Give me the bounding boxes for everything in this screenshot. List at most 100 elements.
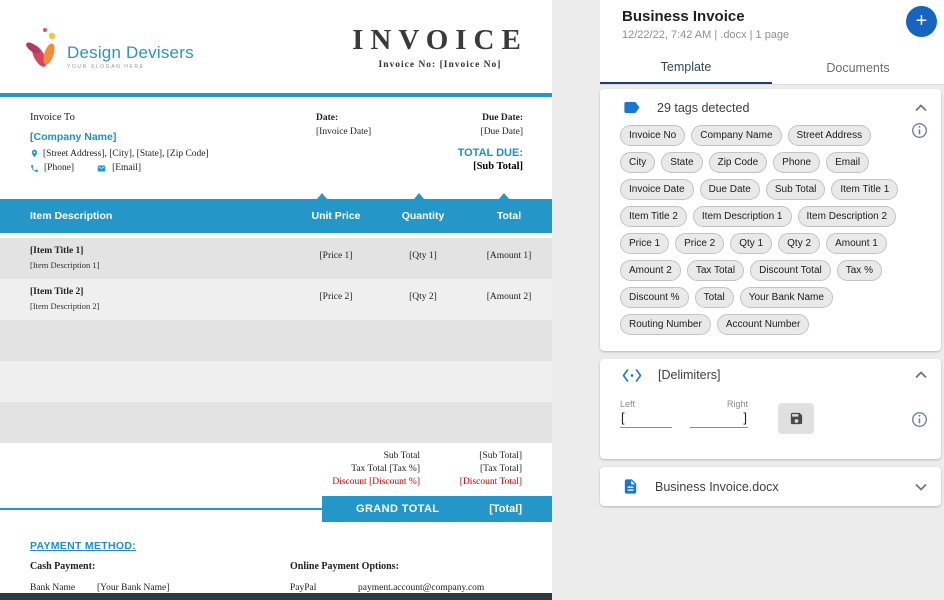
item-title: [Item Title 2]	[30, 287, 83, 297]
chevron-down-icon	[915, 483, 927, 491]
chevron-up-icon	[915, 371, 927, 379]
tag-chip[interactable]: Due Date	[700, 179, 760, 200]
subtotal-label: Sub Total	[384, 451, 420, 461]
save-delimiters-button[interactable]	[778, 403, 814, 434]
tag-chip[interactable]: Company Name	[691, 125, 781, 146]
items-table-header: Item Description Unit Price Quantity Tot…	[0, 199, 552, 233]
item-row-1: [Item Title 1] [Item Description 1] [Pri…	[0, 238, 552, 279]
empty-row	[0, 320, 552, 361]
left-delimiter-input[interactable]	[620, 409, 672, 428]
online-payment-label: Online Payment Options:	[290, 561, 399, 572]
document-meta: 12/22/22, 7:42 AM | .docx | 1 page	[622, 29, 789, 41]
date-value: [Invoice Date]	[316, 127, 371, 137]
item-qty: [Qty 1]	[383, 251, 463, 261]
tag-chip[interactable]: Discount Total	[750, 260, 831, 281]
empty-row	[0, 402, 552, 443]
collapse-tags-button[interactable]	[913, 102, 929, 114]
tag-chip[interactable]: Discount %	[620, 287, 689, 308]
brand-logo-icon	[26, 22, 60, 70]
tag-chip[interactable]: Routing Number	[620, 314, 711, 335]
tag-chip[interactable]: Qty 2	[778, 233, 820, 254]
tag-chip[interactable]: Tax %	[837, 260, 882, 281]
bill-to-address: [Street Address], [City], [State], [Zip …	[30, 148, 209, 159]
tag-chip[interactable]: Total	[695, 287, 734, 308]
discount-label: Discount [Discount %]	[332, 477, 420, 487]
bill-to-label: Invoice To	[30, 112, 75, 123]
tag-chip[interactable]: Account Number	[717, 314, 809, 335]
tag-chip[interactable]: Invoice No	[620, 125, 685, 146]
item-row-2: [Item Title 2] [Item Description 2] [Pri…	[0, 279, 552, 320]
delimiters-card-header: [Delimiters]	[600, 359, 941, 385]
item-description: [Item Description 2]	[30, 301, 99, 311]
item-title: [Item Title 1]	[30, 246, 83, 256]
item-description: [Item Description 1]	[30, 260, 99, 270]
tag-chip[interactable]: Price 1	[620, 233, 669, 254]
document-icon	[622, 477, 639, 496]
paypal-value: payment.account@company.com	[358, 583, 484, 593]
tag-chip[interactable]: Email	[826, 152, 869, 173]
due-date-value: [Due Date]	[420, 127, 523, 137]
tag-chip[interactable]: Item Title 2	[620, 206, 687, 227]
date-label: Date:	[316, 113, 371, 123]
total-due-value: [Sub Total]	[380, 161, 523, 172]
tag-chip[interactable]: Qty 1	[730, 233, 772, 254]
tag-chip[interactable]: Phone	[773, 152, 820, 173]
expand-file-button[interactable]	[913, 481, 929, 493]
invoice-template-preview: Design Devisers YOUR SLOGAN HERE INVOICE…	[0, 0, 552, 600]
delimiters-title: [Delimiters]	[658, 368, 913, 382]
invoice-heading: INVOICE	[350, 24, 530, 57]
paypal-label: PayPal	[290, 583, 316, 593]
info-icon	[911, 411, 928, 428]
tag-chip[interactable]: Zip Code	[709, 152, 768, 173]
brand-slogan: YOUR SLOGAN HERE	[67, 64, 194, 70]
info-icon	[911, 122, 928, 139]
due-date-label: Due Date:	[420, 113, 523, 123]
bill-to-contact: [Phone] [Email]	[30, 163, 141, 173]
chevron-up-icon	[915, 104, 927, 112]
tag-chip[interactable]: Item Title 1	[831, 179, 898, 200]
tag-chip[interactable]: Invoice Date	[620, 179, 694, 200]
item-qty: [Qty 2]	[383, 292, 463, 302]
tag-chip[interactable]: Sub Total	[766, 179, 826, 200]
tag-icon	[622, 98, 641, 117]
add-button[interactable]: +	[906, 6, 937, 37]
header-divider	[0, 93, 552, 97]
col-quantity: Quantity	[383, 210, 463, 222]
subtotal-value: [Sub Total]	[479, 451, 522, 461]
location-pin-icon	[30, 148, 39, 159]
delimiters-info-button[interactable]	[911, 411, 928, 428]
tab-template[interactable]: Template	[600, 51, 772, 84]
col-item-description: Item Description	[30, 210, 112, 222]
file-card[interactable]: Business Invoice.docx	[600, 467, 941, 506]
phone-text: [Phone]	[44, 163, 74, 173]
tag-chip[interactable]: City	[620, 152, 655, 173]
column-notch	[317, 193, 327, 199]
total-due-label: TOTAL DUE:	[380, 147, 523, 159]
tag-list: Invoice No Company Name Street Address City…	[600, 120, 941, 351]
delimiters-icon	[622, 369, 642, 382]
email-icon	[96, 164, 107, 173]
tag-chip[interactable]: Street Address	[788, 125, 872, 146]
tag-chip[interactable]: State	[661, 152, 702, 173]
tag-chip[interactable]: Your Bank Name	[740, 287, 833, 308]
col-unit-price: Unit Price	[296, 210, 376, 222]
right-delimiter-input[interactable]	[690, 409, 748, 428]
phone-icon	[30, 164, 39, 173]
tag-chip[interactable]: Amount 2	[620, 260, 681, 281]
tab-documents[interactable]: Documents	[772, 51, 944, 84]
tag-chip[interactable]: Tax Total	[687, 260, 744, 281]
collapse-delimiters-button[interactable]	[913, 369, 929, 381]
discount-row: Discount [Discount %] [Discount Total]	[0, 477, 552, 490]
file-name: Business Invoice.docx	[655, 480, 913, 494]
tag-chip[interactable]: Amount 1	[826, 233, 887, 254]
bank-name-value: [Your Bank Name]	[97, 583, 169, 593]
tag-chip[interactable]: Item Description 2	[798, 206, 897, 227]
tags-info-button[interactable]	[911, 122, 928, 139]
tags-summary: 29 tags detected	[657, 101, 913, 115]
payment-method-heading: PAYMENT METHOD:	[30, 540, 136, 552]
tag-chip[interactable]: Item Description 1	[693, 206, 792, 227]
tag-chip[interactable]: Price 2	[675, 233, 724, 254]
tax-label: Tax Total [Tax %]	[351, 464, 420, 474]
left-delimiter-label: Left	[620, 399, 635, 409]
subtotal-row: Sub Total [Sub Total]	[0, 451, 552, 464]
